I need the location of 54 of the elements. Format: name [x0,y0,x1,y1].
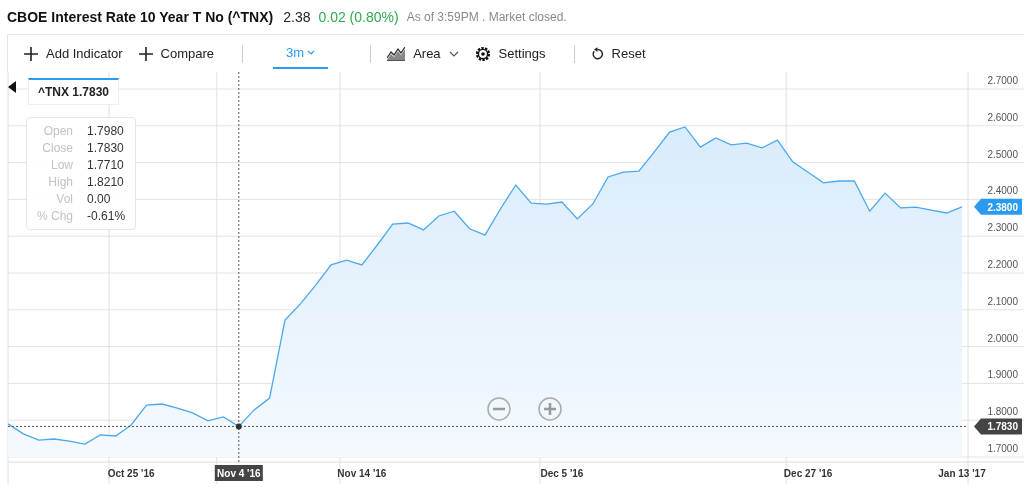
chart-type-button[interactable]: Area [379,38,467,69]
tooltip-value: 1.7980 [87,124,125,138]
axis-label: 2.1000 [987,295,1018,307]
price-tag: 2.3800 [974,198,1022,215]
toolbar-button[interactable]: Compare [130,38,223,69]
price-tag: 1.7830 [974,418,1022,435]
axis-label: Jan 13 '17 [938,468,986,479]
caret-icon [307,50,316,55]
crosshair-dot [235,423,242,430]
axis-label: 2.4000 [987,185,1018,197]
reset-button[interactable]: Reset [582,38,654,69]
quote-title: CBOE Interest Rate 10 Year T No (^TNX) [7,9,274,25]
tooltip-label: Vol [55,192,74,206]
left-arrow-icon [8,81,16,93]
axis-label: 1.7000 [987,443,1018,454]
series-label: ^TNX 1.7830 [28,78,120,105]
tooltip-value: 1.7830 [87,141,125,155]
plus-icon [24,46,38,61]
caret-icon [448,50,459,57]
date-label: Nov 4 '16 [214,465,263,481]
quote-price: 2.38 [283,9,311,25]
axis-label: Oct 25 '16 [107,468,155,479]
plus-icon [538,397,562,421]
axis-label: 2.3000 [987,222,1018,234]
tooltip-value: 1.8210 [87,175,125,189]
axis-label: Dec 5 '16 [540,468,584,479]
tooltip-value: -0.61% [87,209,126,223]
tooltip-label: Open [42,124,74,138]
area-chart-icon [387,46,406,61]
tooltip-label: Close [41,141,74,155]
axis-label: 2.7000 [987,75,1018,86]
axis-label: 1.8000 [987,406,1018,418]
settings-icon [474,45,491,62]
tooltip-value: 0.00 [87,192,112,206]
tooltip-label: % Chg [37,209,74,223]
axis-label: 2.2000 [987,259,1018,270]
tooltip-label: High [47,175,74,189]
minus-icon [487,397,511,421]
settings-button[interactable]: Settings [466,38,554,69]
tooltip-value: 1.7710 [87,158,125,172]
axis-label: 2.0000 [987,332,1018,344]
axis-label: Dec 27 '16 [783,468,833,479]
axis-label: 2.6000 [987,111,1018,123]
zoom-out-button[interactable] [487,397,511,421]
plus-icon [138,46,153,61]
market-status: As of 3:59PM . Market closed. [406,10,567,24]
axis-label: 2.5000 [987,148,1018,160]
toolbar-button[interactable]: Add Indicator [16,38,131,69]
axis-label: 1.9000 [987,369,1018,381]
quote-change: 0.02 (0.80%) [318,9,399,25]
tooltip-label: Low [50,158,74,172]
reset-icon [590,47,604,60]
zoom-in-button[interactable] [538,397,562,421]
axis-label: Nov 14 '16 [337,468,387,479]
